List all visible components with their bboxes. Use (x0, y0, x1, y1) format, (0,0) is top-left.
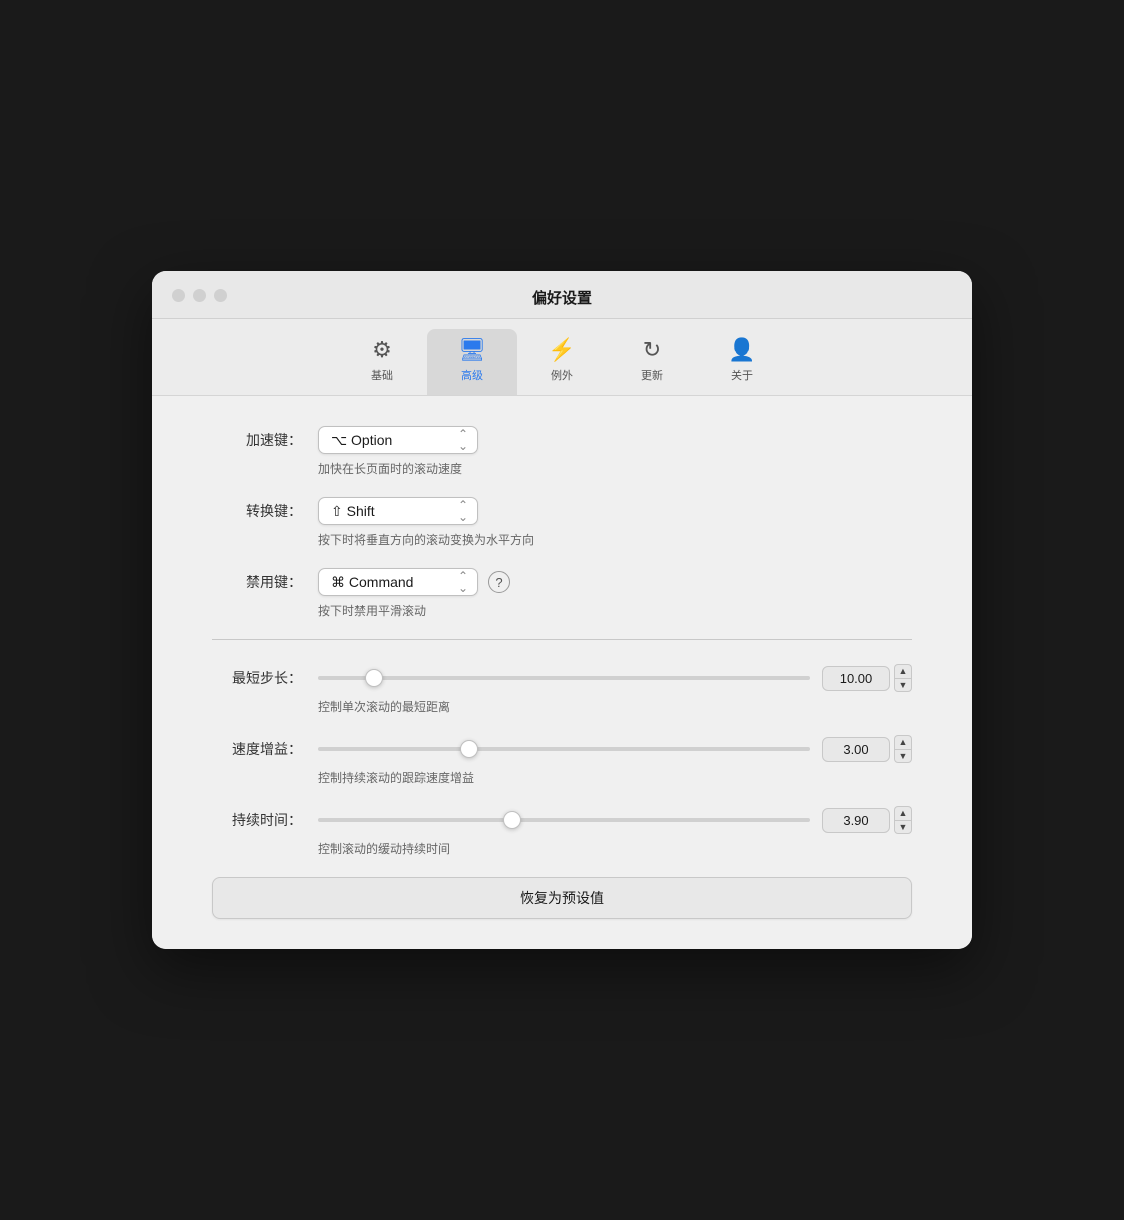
min-step-stepper: ▲ ▼ (894, 664, 912, 692)
person-icon: 👤 (728, 337, 755, 363)
min-step-slider[interactable] (318, 676, 810, 680)
speed-gain-stepper: ▲ ▼ (894, 735, 912, 763)
reset-button[interactable]: 恢复为预设值 (212, 877, 912, 919)
modifier-select-wrapper: ⇧ Shift ⌥ Option ⌘ Command ⌃ Control ⌃⌄ (318, 497, 478, 525)
tab-basic-label: 基础 (371, 367, 393, 383)
min-step-section: 最短步长： 10.00 ▲ ▼ 控制单次滚动的最短距离 (212, 664, 912, 715)
modifier-select[interactable]: ⇧ Shift ⌥ Option ⌘ Command ⌃ Control (318, 497, 478, 525)
modifier-desc: 按下时将垂直方向的滚动变换为水平方向 (318, 531, 912, 548)
speed-gain-slider[interactable] (318, 747, 810, 751)
disable-select[interactable]: ⌘ Command ⌥ Option ⌃ Control ⇧ Shift (318, 568, 478, 596)
min-step-value: 10.00 (822, 666, 890, 691)
tab-update[interactable]: ↻ 更新 (607, 329, 697, 395)
fullscreen-button[interactable] (214, 289, 227, 302)
window-title: 偏好设置 (172, 287, 952, 308)
duration-slider-container: 3.90 ▲ ▼ (318, 806, 912, 834)
min-step-row: 最短步长： 10.00 ▲ ▼ (212, 664, 912, 692)
speed-gain-row: 速度增益： 3.00 ▲ ▼ (212, 735, 912, 763)
minimize-button[interactable] (193, 289, 206, 302)
titlebar: 偏好设置 (152, 271, 972, 319)
speed-gain-increment[interactable]: ▲ (894, 735, 912, 749)
min-step-desc: 控制单次滚动的最短距离 (318, 698, 912, 715)
disable-row: 禁用键： ⌘ Command ⌥ Option ⌃ Control ⇧ Shif… (212, 568, 912, 596)
tab-about-label: 关于 (731, 367, 753, 383)
duration-section: 持续时间： 3.90 ▲ ▼ 控制滚动的缓动持续时间 (212, 806, 912, 857)
accelerator-select[interactable]: ⌥ Option ⌘ Command ⌃ Control ⇧ Shift (318, 426, 478, 454)
help-button[interactable]: ? (488, 571, 510, 593)
traffic-lights (172, 289, 227, 302)
duration-value: 3.90 (822, 808, 890, 833)
accelerator-section: 加速键： ⌥ Option ⌘ Command ⌃ Control ⇧ Shif… (212, 426, 912, 477)
tab-advanced-label: 高级 (461, 367, 483, 383)
duration-label: 持续时间： (212, 810, 302, 830)
tab-exceptions-label: 例外 (551, 367, 573, 383)
min-step-increment[interactable]: ▲ (894, 664, 912, 678)
update-icon: ↻ (643, 337, 661, 363)
speed-gain-desc: 控制持续滚动的跟踪速度增益 (318, 769, 912, 786)
modifier-row: 转换键： ⇧ Shift ⌥ Option ⌘ Command ⌃ Contro… (212, 497, 912, 525)
duration-desc: 控制滚动的缓动持续时间 (318, 840, 912, 857)
modifier-section: 转换键： ⇧ Shift ⌥ Option ⌘ Command ⌃ Contro… (212, 497, 912, 548)
speed-gain-value-wrapper: 3.00 ▲ ▼ (822, 735, 912, 763)
duration-slider[interactable] (318, 818, 810, 822)
duration-row: 持续时间： 3.90 ▲ ▼ (212, 806, 912, 834)
tab-about[interactable]: 👤 关于 (697, 329, 787, 395)
min-step-slider-container: 10.00 ▲ ▼ (318, 664, 912, 692)
speed-gain-decrement[interactable]: ▼ (894, 749, 912, 763)
exception-icon: ⚡ (548, 337, 575, 363)
gear-icon: ⚙ (372, 337, 392, 363)
accelerator-label: 加速键： (212, 430, 302, 450)
close-button[interactable] (172, 289, 185, 302)
tab-basic[interactable]: ⚙ 基础 (337, 329, 427, 395)
disable-label: 禁用键： (212, 572, 302, 592)
speed-gain-label: 速度增益： (212, 739, 302, 759)
toolbar: ⚙ 基础 🖥 高级 ⚡ 例外 ↻ 更新 👤 关于 (152, 319, 972, 396)
duration-stepper: ▲ ▼ (894, 806, 912, 834)
modifier-label: 转换键： (212, 501, 302, 521)
divider (212, 639, 912, 640)
content-area: 加速键： ⌥ Option ⌘ Command ⌃ Control ⇧ Shif… (152, 396, 972, 949)
duration-value-wrapper: 3.90 ▲ ▼ (822, 806, 912, 834)
duration-increment[interactable]: ▲ (894, 806, 912, 820)
speed-gain-value: 3.00 (822, 737, 890, 762)
tab-update-label: 更新 (641, 367, 663, 383)
disable-section: 禁用键： ⌘ Command ⌥ Option ⌃ Control ⇧ Shif… (212, 568, 912, 619)
duration-decrement[interactable]: ▼ (894, 820, 912, 834)
accelerator-row: 加速键： ⌥ Option ⌘ Command ⌃ Control ⇧ Shif… (212, 426, 912, 454)
disable-desc: 按下时禁用平滑滚动 (318, 602, 912, 619)
min-step-decrement[interactable]: ▼ (894, 678, 912, 692)
min-step-label: 最短步长： (212, 668, 302, 688)
preferences-window: 偏好设置 ⚙ 基础 🖥 高级 ⚡ 例外 ↻ 更新 👤 关于 加速键： (152, 271, 972, 949)
tab-exceptions[interactable]: ⚡ 例外 (517, 329, 607, 395)
speed-gain-slider-container: 3.00 ▲ ▼ (318, 735, 912, 763)
tab-advanced[interactable]: 🖥 高级 (427, 329, 517, 395)
accelerator-desc: 加快在长页面时的滚动速度 (318, 460, 912, 477)
speed-gain-section: 速度增益： 3.00 ▲ ▼ 控制持续滚动的跟踪速度增益 (212, 735, 912, 786)
disable-select-wrapper: ⌘ Command ⌥ Option ⌃ Control ⇧ Shift ⌃⌄ (318, 568, 478, 596)
min-step-value-wrapper: 10.00 ▲ ▼ (822, 664, 912, 692)
chip-icon: 🖥 (458, 337, 486, 363)
accelerator-select-wrapper: ⌥ Option ⌘ Command ⌃ Control ⇧ Shift ⌃⌄ (318, 426, 478, 454)
